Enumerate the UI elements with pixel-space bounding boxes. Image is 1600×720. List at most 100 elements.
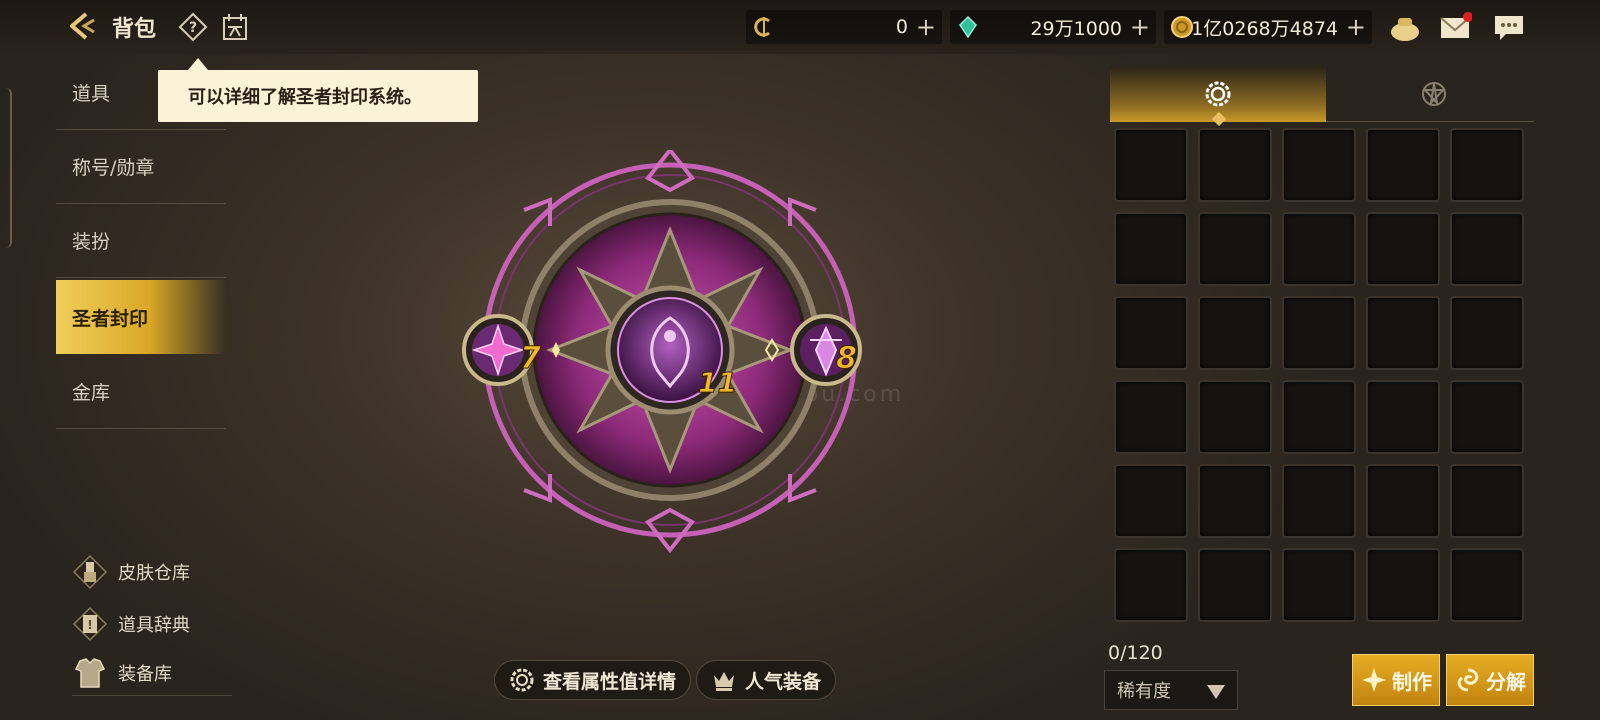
sidebar-item-label: 金库 [72, 382, 111, 404]
decompose-label: 分解 [1486, 669, 1526, 694]
mail-icon [1440, 12, 1473, 38]
pouch-button[interactable] [1388, 10, 1422, 44]
dropdown-arrow-icon [1207, 685, 1225, 699]
inventory-slot[interactable] [1366, 296, 1440, 370]
sparkle-icon [1362, 668, 1386, 692]
inventory-slot[interactable] [1198, 380, 1272, 454]
item-dictionary-link[interactable]: ! 道具辞典 [72, 604, 232, 644]
inventory-slot[interactable] [1450, 464, 1524, 538]
inventory-slot[interactable] [1282, 548, 1356, 622]
inventory-slot[interactable] [1282, 380, 1356, 454]
currency-gold: 1亿0268万4874 + [1164, 10, 1372, 44]
page-title: 背包 [112, 17, 157, 42]
inventory-slot[interactable] [1282, 212, 1356, 286]
popular-equipment-button[interactable]: 人气装备 [696, 660, 837, 700]
tooltip-text: 可以详细了解圣者封印系统。 [188, 87, 422, 108]
inventory-slot[interactable] [1450, 548, 1524, 622]
add-gold-button[interactable]: + [1346, 13, 1366, 41]
sidebar-item-costume[interactable]: 装扮 [56, 204, 226, 278]
tab-star[interactable] [1326, 66, 1542, 122]
right-orb-level: 8 [836, 341, 857, 376]
rarity-sort-dropdown[interactable]: 稀有度 [1104, 670, 1238, 710]
inventory-slot[interactable] [1114, 464, 1188, 538]
calendar-icon [223, 14, 247, 40]
left-orb-level: 7 [520, 341, 541, 376]
chat-button[interactable] [1492, 10, 1526, 44]
inventory-slot[interactable] [1282, 296, 1356, 370]
inventory-slot[interactable] [1114, 128, 1188, 202]
inventory-tabs [1110, 66, 1534, 122]
inventory-slot[interactable] [1366, 548, 1440, 622]
inventory-slot[interactable] [1114, 212, 1188, 286]
crown-icon [714, 672, 734, 691]
help-button[interactable]: ? [178, 12, 208, 42]
brush-icon [72, 554, 108, 590]
decompose-button[interactable]: 分解 [1446, 654, 1534, 706]
inventory-grid [1114, 128, 1524, 622]
svg-text:!: ! [87, 618, 92, 632]
coin-c-icon [754, 17, 770, 37]
chat-icon [1495, 16, 1523, 40]
add-currency-c-button[interactable]: + [916, 13, 936, 41]
calendar-button[interactable] [220, 12, 250, 42]
seal-gear-icon [1205, 81, 1231, 107]
left-edge-handle[interactable] [0, 88, 12, 248]
bottom-link-label: 道具辞典 [118, 615, 190, 636]
back-button[interactable] [64, 8, 100, 44]
view-stats-label: 查看属性值详情 [543, 670, 677, 693]
inventory-slot[interactable] [1114, 380, 1188, 454]
inventory-slot[interactable] [1366, 380, 1440, 454]
inventory-slot[interactable] [1198, 548, 1272, 622]
back-arrow-icon [70, 12, 95, 40]
question-diamond-icon: ? [178, 12, 208, 42]
sidebar-item-titles[interactable]: 称号/勋章 [56, 130, 226, 204]
pentagram-icon [1422, 82, 1446, 107]
armor-icon [74, 657, 106, 688]
inventory-slot[interactable] [1450, 128, 1524, 202]
sidebar-item-label: 装扮 [72, 231, 111, 253]
currency-c-value: 0 [895, 16, 908, 38]
gear-ring-icon [510, 668, 534, 692]
gem-icon [959, 15, 977, 39]
bottom-link-label: 装备库 [118, 663, 172, 685]
gold-coin-icon [1171, 16, 1193, 38]
currency-gold-value: 1亿0268万4874 [1191, 17, 1338, 40]
currency-gem-value: 29万1000 [1030, 17, 1122, 40]
view-stats-button[interactable]: 查看属性值详情 [494, 660, 692, 700]
inventory-slot[interactable] [1198, 212, 1272, 286]
add-gem-button[interactable]: + [1130, 13, 1150, 41]
bottom-link-label: 皮肤仓库 [118, 563, 190, 584]
svg-text:?: ? [189, 20, 197, 36]
inventory-slot[interactable] [1366, 464, 1440, 538]
skin-storage-link[interactable]: 皮肤仓库 [72, 552, 232, 592]
currency-c: 0 + [746, 10, 942, 44]
inventory-slot[interactable] [1366, 128, 1440, 202]
equipment-storage-link[interactable]: 装备库 [72, 650, 232, 696]
pouch-icon [1391, 18, 1419, 41]
craft-button[interactable]: 制作 [1352, 654, 1440, 706]
inventory-slot[interactable] [1450, 296, 1524, 370]
inventory-slot[interactable] [1366, 212, 1440, 286]
currency-gem: 29万1000 + [950, 10, 1156, 44]
book-icon: ! [72, 606, 108, 642]
inventory-count: 0/120 [1108, 642, 1163, 664]
inventory-slot[interactable] [1198, 128, 1272, 202]
sidebar-item-label: 圣者封印 [72, 307, 149, 330]
sidebar-item-saint-seal[interactable]: 圣者封印 [56, 280, 226, 354]
craft-label: 制作 [1392, 669, 1432, 694]
sidebar-item-vault[interactable]: 金库 [56, 355, 226, 429]
inventory-slot[interactable] [1282, 464, 1356, 538]
popular-equipment-label: 人气装备 [745, 670, 822, 693]
inventory-slot[interactable] [1282, 128, 1356, 202]
help-tooltip: 可以详细了解圣者封印系统。 [158, 58, 478, 122]
inventory-slot[interactable] [1450, 212, 1524, 286]
inventory-slot[interactable] [1198, 296, 1272, 370]
inventory-slot[interactable] [1114, 296, 1188, 370]
mail-button[interactable] [1438, 10, 1473, 44]
inventory-slot[interactable] [1198, 464, 1272, 538]
inventory-slot[interactable] [1450, 380, 1524, 454]
inventory-slot[interactable] [1114, 548, 1188, 622]
saint-seal-emblem: 7 11 8 [460, 146, 880, 570]
swirl-icon [1457, 668, 1479, 692]
rarity-sort-label: 稀有度 [1117, 681, 1171, 702]
